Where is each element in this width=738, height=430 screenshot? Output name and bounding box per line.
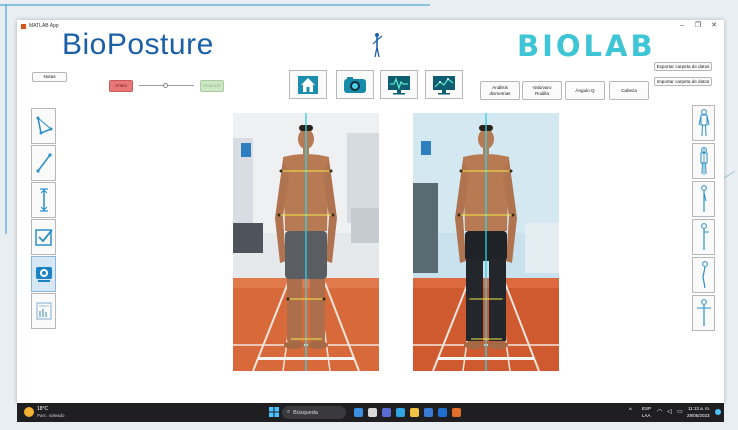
language-top[interactable]: ESP xyxy=(642,406,651,411)
app-window: MATLAB App – ❐ ✕ BioPosture BIOLAB Notas… xyxy=(17,20,724,404)
posture-front-button[interactable] xyxy=(692,105,715,141)
task-view-icon[interactable] xyxy=(368,408,377,417)
distance-tool-button[interactable] xyxy=(31,182,56,218)
volume-icon[interactable]: ◁ xyxy=(667,408,672,415)
windows-start-icon[interactable] xyxy=(269,407,279,417)
mail-icon[interactable] xyxy=(438,408,447,417)
line-tool-button[interactable] xyxy=(31,145,56,181)
posture-photo-after xyxy=(413,113,559,371)
posture-figure-icon xyxy=(372,33,383,58)
posture-back-icon xyxy=(700,147,707,175)
search-icon: ⌕ xyxy=(287,409,291,415)
store-icon[interactable] xyxy=(424,408,433,417)
language-bottom[interactable]: LAA xyxy=(642,413,651,418)
maximize-button[interactable]: ❐ xyxy=(691,20,705,32)
patient-photo-after xyxy=(413,113,559,371)
angulo-q-button[interactable]: Ángulo Q xyxy=(565,81,605,100)
search-label: Búsqueda xyxy=(293,409,318,416)
wifi-icon[interactable]: ◠ xyxy=(657,408,662,415)
clock-date[interactable]: 29/05/2023 xyxy=(687,413,710,418)
posture-lean-icon xyxy=(701,261,708,289)
edge-icon[interactable] xyxy=(396,408,405,417)
check-button[interactable] xyxy=(31,219,56,255)
posture-side-arm-button[interactable] xyxy=(692,219,715,255)
valgo-varo-rodilla-button[interactable]: Valo/varo Rodilla xyxy=(522,81,562,100)
posture-side-icon xyxy=(700,185,707,212)
biolab-logo: BIOLAB xyxy=(517,29,656,63)
background-accent-line xyxy=(5,4,7,234)
webcam-icon xyxy=(35,267,52,282)
report-button[interactable] xyxy=(31,293,56,329)
antes-button[interactable]: Antes xyxy=(109,80,133,92)
posture-side-arm-icon xyxy=(700,223,709,250)
background-accent-line xyxy=(0,4,430,6)
window-title: MATLAB App xyxy=(29,23,59,29)
posture-photo-before xyxy=(233,113,379,371)
notification-icon[interactable] xyxy=(715,409,721,415)
close-button[interactable]: ✕ xyxy=(707,20,721,32)
bioposture-logo: BioPosture xyxy=(62,28,214,61)
weather-temp[interactable]: 18°C xyxy=(37,406,48,412)
angle-tool-icon xyxy=(36,116,52,135)
check-icon xyxy=(34,229,53,246)
camera-icon xyxy=(344,76,366,93)
monitor-icon xyxy=(388,75,410,94)
posture-tpose-icon xyxy=(696,299,711,326)
posture-lean-button[interactable] xyxy=(692,257,715,293)
clock-time[interactable]: 11:13 a. m. xyxy=(688,406,710,411)
posture-tpose-button[interactable] xyxy=(692,295,715,331)
chevron-up-icon[interactable]: ^ xyxy=(629,408,632,414)
slider-thumb[interactable] xyxy=(163,83,168,88)
home-button[interactable] xyxy=(289,70,327,99)
taskbar-search[interactable]: ⌕ Búsqueda xyxy=(282,406,346,419)
weather-desc[interactable]: Parc. soleado xyxy=(37,413,65,418)
posture-front-icon xyxy=(698,109,709,137)
patient-photo-before xyxy=(233,113,379,371)
taskbar-app-icon[interactable] xyxy=(354,408,363,417)
exportar-datos-button[interactable]: Exportar carpeta de datos xyxy=(654,62,712,71)
chart-icon xyxy=(433,75,455,94)
report-icon xyxy=(35,302,52,320)
camera-button[interactable] xyxy=(336,70,374,99)
webcam-button[interactable] xyxy=(31,256,56,292)
chart-button[interactable] xyxy=(425,70,463,99)
importar-datos-button[interactable]: Importar carpeta de datos xyxy=(654,77,712,86)
line-tool-icon xyxy=(35,153,52,173)
notas-button[interactable]: Notas xyxy=(32,72,67,82)
file-explorer-icon[interactable] xyxy=(410,408,419,417)
matlab-app-icon xyxy=(21,23,26,29)
cabeza-button[interactable]: Cabeza xyxy=(609,81,649,100)
posture-side-button[interactable] xyxy=(692,181,715,217)
teams-icon[interactable] xyxy=(382,408,391,417)
matlab-icon[interactable] xyxy=(452,408,461,417)
analisis-dismetrias-button[interactable]: Análisis dismetrias xyxy=(480,81,520,100)
monitor-button[interactable] xyxy=(380,70,418,99)
taskbar: 18°C Parc. soleado ⌕ Búsqueda ^ ESP LAA … xyxy=(17,403,724,422)
minimize-button[interactable]: – xyxy=(675,20,689,32)
posture-back-button[interactable] xyxy=(692,143,715,179)
distance-tool-icon xyxy=(39,188,48,212)
weather-icon xyxy=(24,407,34,417)
angle-tool-button[interactable] xyxy=(31,108,56,144)
home-icon xyxy=(298,75,318,94)
despues-button[interactable]: Después xyxy=(200,80,224,92)
battery-icon[interactable]: ▭ xyxy=(677,408,683,415)
